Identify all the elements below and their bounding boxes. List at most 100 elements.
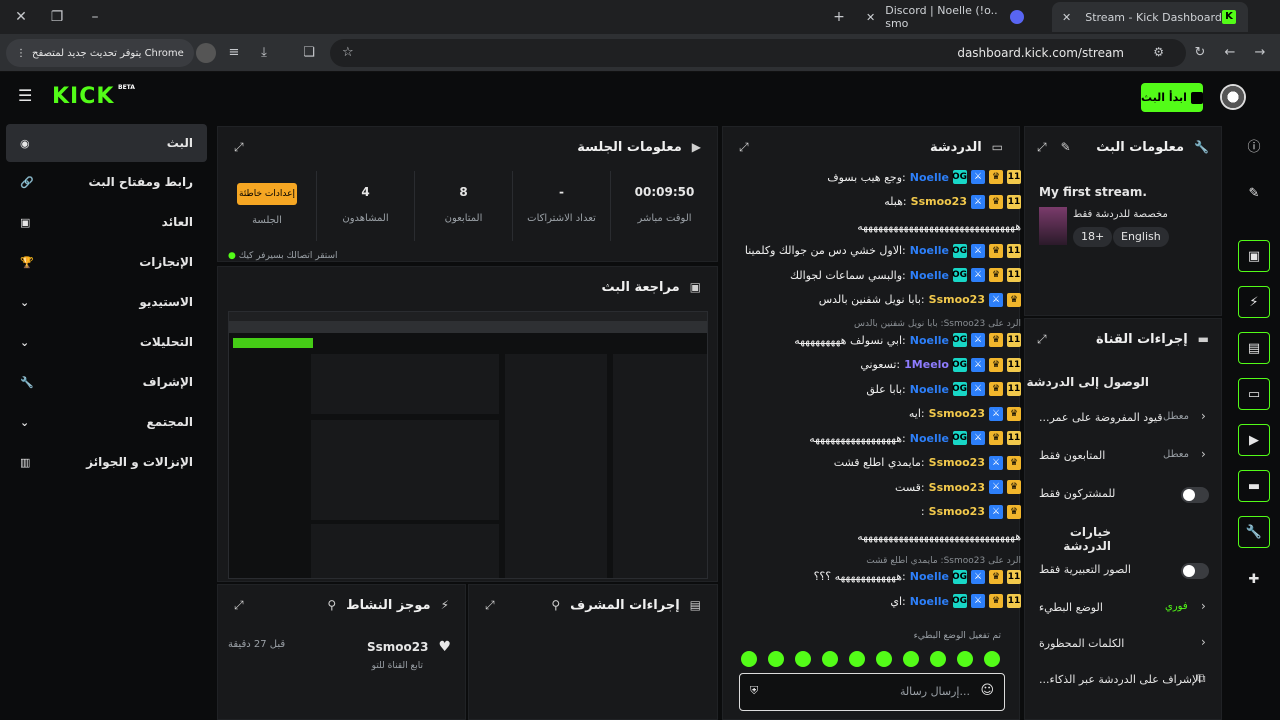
chat-username[interactable]: Ssmoo23 xyxy=(911,195,967,208)
filter-icon[interactable]: ⚲ xyxy=(551,598,560,612)
chat-username[interactable]: Ssmoo23 xyxy=(929,505,985,518)
emote-icon[interactable] xyxy=(795,651,811,667)
chat-message[interactable]: 11 ♛ ⚔ OG Noelle: الاول خشي دس من جوالك وكلم… xyxy=(741,239,1021,263)
chat-message[interactable]: 11 ♛ ⚔ OG 1Meelo: تسعوني xyxy=(741,353,1021,377)
go-live-button[interactable]: ابدأ البث xyxy=(1141,83,1203,112)
expand-icon[interactable]: ⤢ xyxy=(485,598,495,613)
close-window-icon[interactable]: ✕ xyxy=(12,8,30,26)
emote-icon[interactable] xyxy=(903,651,919,667)
expand-icon[interactable]: ⤢ xyxy=(234,140,244,155)
play-circle-icon[interactable]: ▶ xyxy=(1238,424,1270,456)
lightning-icon[interactable]: ⚡ xyxy=(1238,286,1270,318)
kick-logo[interactable]: KICK xyxy=(52,84,114,109)
sidebar-item-studio[interactable]: ⌄ الاستيديو ▣ xyxy=(6,283,357,321)
age-restriction-row[interactable]: › معطل قيود المفروضة على عمر... xyxy=(1025,403,1223,433)
sidebar-item-moderation[interactable]: 🔧 الإشراف xyxy=(6,363,207,401)
minimize-window-icon[interactable]: – xyxy=(86,8,104,26)
edit-icon[interactable]: ✎ xyxy=(1061,140,1071,155)
close-tab-icon[interactable]: ✕ xyxy=(866,11,875,24)
back-icon[interactable]: → xyxy=(1250,43,1270,63)
download-icon[interactable]: ⤓ xyxy=(254,43,274,63)
followers-only-row[interactable]: › معطل المتابعون فقط xyxy=(1025,441,1223,471)
emote-icon[interactable] xyxy=(984,651,1000,667)
chat-username[interactable]: Ssmoo23 xyxy=(929,456,985,469)
emoji-icon[interactable]: ☺ xyxy=(980,683,994,698)
chat-username[interactable]: Noelle xyxy=(910,334,949,347)
ai-moderation-row[interactable]: ⧉ الإشراف على الدردشة عبر الذكاء... xyxy=(1025,665,1223,695)
wrench-icon[interactable]: 🔧 xyxy=(1238,516,1270,548)
address-bar[interactable]: ☆ dashboard.kick.com/stream ⚙ xyxy=(330,39,1186,67)
chat-input[interactable]: ⛨ إرسال رسالة... ☺ xyxy=(739,673,1005,711)
sidebar-item-stream-key[interactable]: 🔗 رابط ومفتاح البث xyxy=(6,163,207,201)
sidebar-item-stream[interactable]: ◉ البث xyxy=(6,124,207,162)
stream-preview-video[interactable] xyxy=(228,311,708,579)
tab-discord[interactable]: ✕ Discord | Noelle (!o.. smo xyxy=(856,2,1024,32)
chat-username[interactable]: 1Meelo xyxy=(904,358,949,371)
site-settings-icon[interactable]: ⚙ xyxy=(1153,45,1164,59)
media-icon[interactable]: ≡ xyxy=(224,43,244,63)
shield-icon[interactable]: ⛨ xyxy=(750,684,758,698)
chat-message[interactable]: 11 ♛ ⚔ OG Noelle: اي xyxy=(741,589,1021,613)
chat-username[interactable]: Noelle xyxy=(910,432,949,445)
expand-icon[interactable]: ⤢ xyxy=(739,140,749,155)
restore-window-icon[interactable]: ❐ xyxy=(48,8,66,26)
sidebar-item-community[interactable]: ⌄ المجتمع xyxy=(6,403,207,441)
card-icon[interactable]: ▬ xyxy=(1238,470,1270,502)
expand-icon[interactable]: ⤢ xyxy=(1037,140,1047,155)
chat-message[interactable]: 11 ♛ ⚔ OG Noelle: وجع هيب بسوف xyxy=(741,165,1021,189)
chat-message[interactable]: 11 ♛ ⚔ OG Noelle: هههههههههههههههههه xyxy=(741,426,1021,450)
list-icon[interactable]: ▤ xyxy=(1238,332,1270,364)
chat-message-continuation[interactable]: هههههههههههههههههههههههههههههههه xyxy=(741,524,1021,548)
menu-icon[interactable]: ☰ xyxy=(18,86,32,105)
chat-message[interactable]: ♛ ⚔ Ssmoo23: xyxy=(741,500,1021,524)
reload-icon[interactable]: ↻ xyxy=(1190,43,1210,63)
emote-icon[interactable] xyxy=(768,651,784,667)
profile-icon[interactable] xyxy=(196,43,216,63)
expand-icon[interactable]: ⤢ xyxy=(234,598,244,613)
add-widget-icon[interactable]: ✚ xyxy=(1238,564,1270,596)
emote-only-toggle[interactable] xyxy=(1181,563,1209,579)
tab-kick-dashboard[interactable]: ✕ Stream - Kick Dashboard K xyxy=(1052,2,1248,32)
emote-icon[interactable] xyxy=(930,651,946,667)
emote-icon[interactable] xyxy=(957,651,973,667)
chat-username[interactable]: Ssmoo23 xyxy=(929,407,985,420)
chat-username[interactable]: Ssmoo23 xyxy=(929,293,985,306)
sidebar-item-achievements[interactable]: 🏆 الإنجازات xyxy=(6,243,207,281)
chat-message[interactable]: 11 ♛ ⚔ OG Noelle: والبسي سماعات لجوالك xyxy=(741,263,1021,287)
banned-words-row[interactable]: › الكلمات المحظورة xyxy=(1025,629,1223,659)
chat-username[interactable]: Noelle xyxy=(910,383,949,396)
chat-username[interactable]: Noelle xyxy=(910,570,949,583)
chat-message[interactable]: ♛ ⚔ Ssmoo23: ايه xyxy=(741,402,1021,426)
wrong-settings-button[interactable]: إعدادات خاطئة xyxy=(237,183,297,205)
chat-message-continuation[interactable]: هههههههههههههههههههههههههههههههه xyxy=(741,214,1021,238)
subscribers-only-toggle[interactable] xyxy=(1181,487,1209,503)
chat-message[interactable]: ♛ ⚔ Ssmoo23: قست xyxy=(741,475,1021,499)
chat-icon[interactable]: ▭ xyxy=(1238,378,1270,410)
sidebar-item-analytics[interactable]: ⌄ التحليلات xyxy=(6,323,207,361)
chat-username[interactable]: Noelle xyxy=(910,171,949,184)
sidebar-item-revenue[interactable]: ▣ العائد xyxy=(6,203,207,241)
sidebar-item-drops[interactable]: ▥ الإنزالات و الجوائز xyxy=(6,443,207,481)
activity-user[interactable]: Ssmoo23 xyxy=(367,640,428,654)
slow-mode-row[interactable]: › فوري الوضع البطيء xyxy=(1025,593,1223,623)
emote-icon[interactable] xyxy=(876,651,892,667)
emote-icon[interactable] xyxy=(849,651,865,667)
chat-message[interactable]: 11 ♛ ⚔ OG Noelle: بابا علق xyxy=(741,377,1021,401)
emote-icon[interactable] xyxy=(822,651,838,667)
expand-icon[interactable]: ⤢ xyxy=(1037,332,1047,347)
emote-icon[interactable] xyxy=(741,651,757,667)
chat-message[interactable]: ♛ ⚔ Ssmoo23: بابا نويل شفنين بالدس xyxy=(741,288,1021,312)
chat-username[interactable]: Noelle xyxy=(910,595,949,608)
extensions-icon[interactable]: ❏ xyxy=(299,43,319,63)
filter-icon[interactable]: ⚲ xyxy=(327,598,336,612)
chat-username[interactable]: Ssmoo23 xyxy=(929,481,985,494)
new-tab-icon[interactable]: + xyxy=(830,8,848,26)
chat-username[interactable]: Noelle xyxy=(910,269,949,282)
edit-icon[interactable]: ✎ xyxy=(1238,178,1270,210)
update-chrome-chip[interactable]: ⋮ يتوفر تحديث جديد لمتصفح Chrome xyxy=(6,39,194,67)
preview-icon[interactable]: ▣ xyxy=(1238,240,1270,272)
chat-message[interactable]: 11 ♛ ⚔ Ssmoo23: هبله xyxy=(741,190,1021,214)
close-tab-icon[interactable]: ✕ xyxy=(1062,11,1071,24)
chat-username[interactable]: Noelle xyxy=(910,244,949,257)
avatar[interactable] xyxy=(1220,84,1246,110)
